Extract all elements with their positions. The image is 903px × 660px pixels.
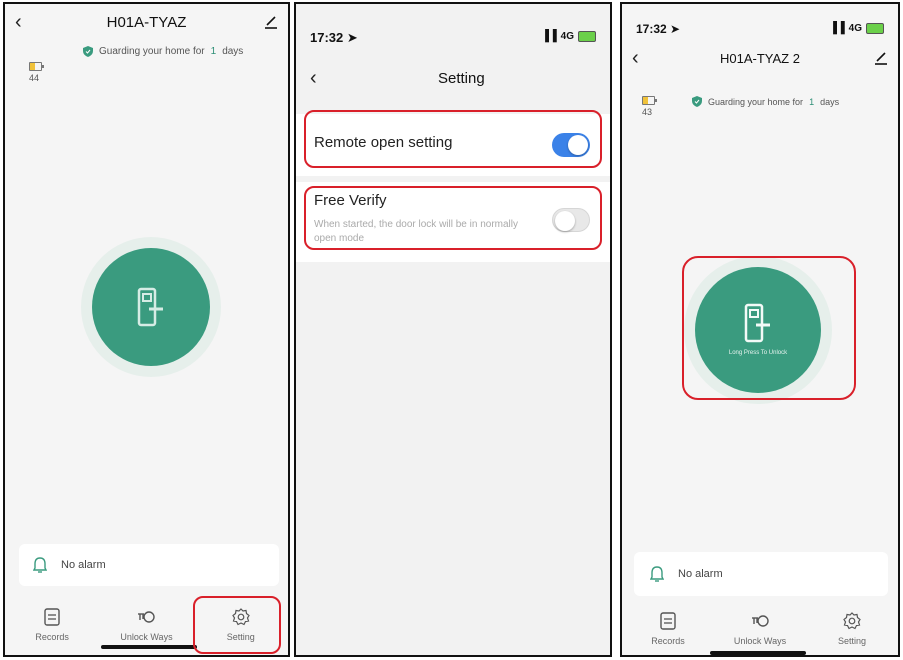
tab-bar: Records Unlock Ways Setting <box>5 608 288 642</box>
free-verify-description: When started, the door lock will be in n… <box>314 219 518 244</box>
network-type: 4G <box>848 22 862 34</box>
free-verify-label: Free Verify <box>314 192 387 209</box>
gear-icon <box>232 608 250 626</box>
status-bar: 17:32 ➤ ▐▐ 4G <box>296 24 610 50</box>
back-icon[interactable]: ‹ <box>15 12 22 32</box>
shield-icon <box>692 96 702 107</box>
door-lock-icon <box>137 287 163 327</box>
tab-label: Unlock Ways <box>733 636 787 646</box>
tab-setting[interactable]: Setting <box>206 608 276 642</box>
remote-open-toggle[interactable] <box>552 133 590 157</box>
unlock-caption: Long Press To Unlock <box>728 350 788 356</box>
tab-label: Records <box>651 636 685 646</box>
battery-icon <box>578 30 596 42</box>
edit-icon[interactable] <box>264 15 278 29</box>
gear-icon <box>843 612 861 630</box>
alarm-text: No alarm <box>678 568 723 580</box>
battery-icon <box>866 22 884 34</box>
remote-open-row: Remote open setting <box>296 114 610 176</box>
signal-indicator: ▐▐ 4G <box>541 30 596 42</box>
edit-icon[interactable] <box>874 51 888 65</box>
alarm-text: No alarm <box>61 559 106 571</box>
remote-open-label: Remote open setting <box>314 134 453 151</box>
guard-days: 1 <box>809 96 815 107</box>
battery-icon <box>29 62 44 71</box>
bell-icon <box>650 566 664 582</box>
tab-setting[interactable]: Setting <box>817 612 887 646</box>
guard-text: Guarding your home for <box>708 96 804 107</box>
unlock-button-halo: Long Press To Unlock <box>684 256 832 404</box>
records-icon <box>660 612 676 630</box>
battery-indicator: 44 <box>29 62 44 83</box>
setting-screen: 17:32 ➤ ▐▐ 4G ‹ Setting Remote open sett… <box>294 2 612 657</box>
lock-home-screen-2: 17:32 ➤ ▐▐ 4G ‹ H01A-TYAZ 2 43 Guarding … <box>620 2 900 657</box>
tab-records[interactable]: Records <box>633 612 703 646</box>
unlock-button[interactable]: Long Press To Unlock <box>695 267 821 393</box>
unlock-button[interactable] <box>92 248 210 366</box>
guard-days: 1 <box>210 46 217 57</box>
tab-records[interactable]: Records <box>17 608 87 642</box>
back-icon[interactable]: ‹ <box>310 68 317 88</box>
unlock-button-halo <box>81 237 221 377</box>
alarm-row[interactable]: No alarm <box>634 552 888 596</box>
back-icon[interactable]: ‹ <box>632 48 639 68</box>
guard-status: Guarding your home for 1 days <box>692 96 839 107</box>
lock-home-screen: ‹ H01A-TYAZ 44 Guarding your home for 1 … <box>3 2 290 657</box>
tab-bar: Records Unlock Ways Setting <box>622 612 898 646</box>
tab-label: Records <box>35 632 69 642</box>
signal-icon: ▐▐ <box>829 22 845 34</box>
guard-unit: days <box>222 46 244 57</box>
network-type: 4G <box>560 30 574 42</box>
home-indicator <box>710 651 806 655</box>
signal-indicator: ▐▐ 4G <box>829 22 884 34</box>
free-verify-row: Free Verify When started, the door lock … <box>296 182 610 262</box>
bell-icon <box>33 557 47 573</box>
battery-indicator: 43 <box>642 96 657 117</box>
nav-bar: ‹ H01A-TYAZ 2 <box>622 40 898 76</box>
tab-label: Setting <box>837 636 867 646</box>
guard-status: Guarding your home for 1 days <box>83 46 243 57</box>
key-icon <box>138 611 156 623</box>
signal-icon: ▐▐ <box>541 30 557 42</box>
nav-bar: ‹ H01A-TYAZ <box>5 4 288 40</box>
status-time: 17:32 ➤ <box>310 30 358 45</box>
tab-unlock-ways[interactable]: Unlock Ways <box>725 612 795 646</box>
shield-icon <box>83 46 93 57</box>
tab-unlock-ways[interactable]: Unlock Ways <box>111 608 181 642</box>
tab-label: Unlock Ways <box>120 632 173 642</box>
page-title: H01A-TYAZ 2 <box>720 50 800 66</box>
tab-label: Setting <box>226 632 255 642</box>
page-title: H01A-TYAZ <box>106 13 187 31</box>
battery-level: 44 <box>29 73 40 83</box>
guard-text: Guarding your home for <box>99 46 205 57</box>
door-lock-icon <box>744 303 770 343</box>
battery-icon <box>642 96 657 105</box>
key-icon <box>752 615 769 627</box>
nav-bar: ‹ Setting <box>296 60 610 96</box>
free-verify-toggle[interactable] <box>552 208 590 232</box>
battery-level: 43 <box>642 107 653 117</box>
records-icon <box>44 608 60 626</box>
status-time: 17:32 ➤ <box>636 22 681 36</box>
guard-unit: days <box>820 96 840 107</box>
status-bar: 17:32 ➤ ▐▐ 4G <box>622 16 898 42</box>
home-indicator <box>101 645 197 649</box>
alarm-row[interactable]: No alarm <box>19 544 279 586</box>
time-text: 17:32 <box>636 22 667 36</box>
time-text: 17:32 <box>310 30 344 45</box>
page-title: Setting <box>438 69 485 87</box>
